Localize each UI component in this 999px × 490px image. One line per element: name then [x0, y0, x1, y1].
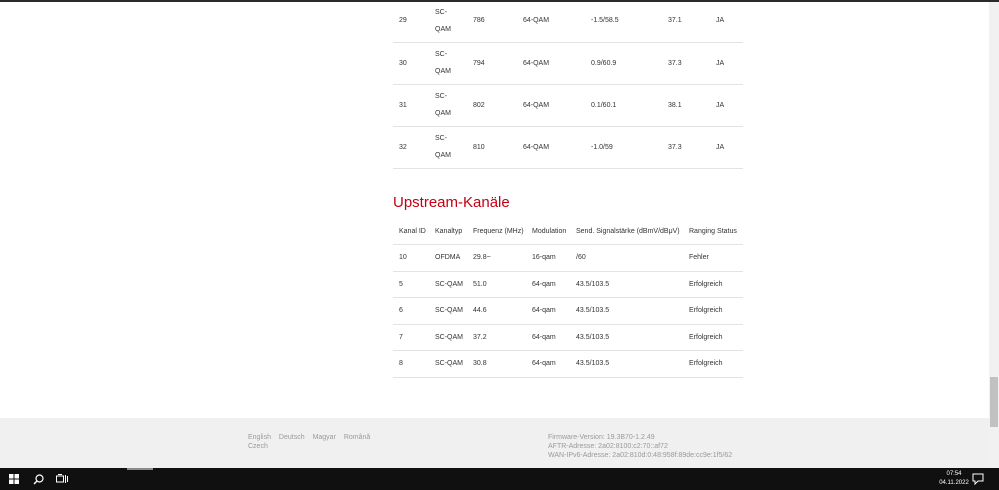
modulation: 64-QAM [523, 59, 550, 67]
power: 0.1/60.1 [591, 101, 617, 109]
power: -1.5/58.5 [591, 17, 619, 25]
table-row: 32 SC- QAM 810 64-QAM -1.0/59 37.3 JA [393, 126, 743, 168]
snr: 37.3 [668, 143, 682, 151]
locked: JA [716, 101, 725, 109]
modulation: 64-qam [532, 360, 556, 368]
channel-type: SC-QAM [435, 51, 451, 75]
channel-id: 30 [399, 59, 407, 67]
page-scrollbar[interactable] [989, 2, 999, 468]
task-view-icon[interactable] [50, 468, 74, 490]
taskbar: 07:54 04.11.2022 [0, 468, 999, 490]
language-link-deutsch[interactable]: Deutsch [279, 434, 305, 441]
col-header-modulation: Modulation [532, 227, 567, 235]
firmware-version: Firmware-Version: 19.3B70-1.2.49 [548, 434, 655, 441]
language-selector: English Deutsch Magyar Română Czech [248, 433, 376, 451]
col-header-power: Send. Signalstärke (dBmV/dBμV) [576, 227, 680, 235]
channel-type: SC-QAM [435, 333, 463, 341]
col-header-channel-id: Kanal ID [399, 227, 426, 235]
modulation: 64-QAM [523, 143, 550, 151]
channel-type: SC-QAM [435, 93, 451, 117]
channel-id: 8 [399, 360, 403, 368]
language-link-romana[interactable]: Română [344, 434, 370, 441]
modulation: 64-QAM [523, 101, 550, 109]
downstream-table: 29 SC- QAM 786 64-QAM -1.5/58.5 37.1 JA 3… [393, 0, 743, 169]
power: 43.5/103.5 [576, 333, 610, 341]
power: 0.9/60.9 [591, 59, 617, 67]
channel-type: SC-QAM [435, 8, 451, 33]
frequency: 37.2 [473, 333, 487, 341]
channel-id: 10 [399, 254, 407, 262]
modulation: 16-qam [532, 254, 556, 262]
table-row: 30 SC- QAM 794 64-QAM 0.9/60.9 37.3 JA [393, 42, 743, 84]
device-info: Firmware-Version: 19.3B70-1.2.49 AFTR-Ad… [548, 433, 732, 460]
channel-type: SC-QAM [435, 307, 463, 315]
ranging-status: Erfolgreich [689, 307, 723, 315]
snr: 37.3 [668, 59, 682, 67]
table-header-row: Kanal ID Kanaltyp Frequenz (MHz) Modulat… [393, 218, 743, 245]
frequency: 786 [473, 17, 485, 25]
windows-start-icon[interactable] [2, 468, 26, 490]
language-link-czech[interactable]: Czech [248, 443, 268, 450]
frequency: 802 [473, 101, 485, 109]
channel-id: 29 [399, 17, 407, 25]
frequency: 51.0 [473, 280, 487, 288]
wan-ipv6-address: WAN-IPv6-Adresse: 2a02:810d:0:48:958f:89… [548, 452, 733, 459]
snr: 37.1 [668, 17, 682, 25]
upstream-table: Kanal ID Kanaltyp Frequenz (MHz) Modulat… [393, 218, 743, 378]
power: -1.0/59 [591, 143, 613, 151]
modulation: 64-qam [532, 307, 556, 315]
modulation: 64-qam [532, 333, 556, 341]
clock-date: 04.11.2022 [939, 480, 969, 486]
upstream-section-title: Upstream-Kanäle [393, 194, 510, 211]
table-row: 31 SC- QAM 802 64-QAM 0.1/60.1 38.1 JA [393, 84, 743, 126]
modulation: 64-QAM [523, 17, 550, 25]
channel-id: 6 [399, 307, 403, 315]
notification-icon[interactable] [972, 472, 988, 486]
channel-type: SC-QAM [435, 360, 463, 368]
frequency: 29.8~ [473, 254, 491, 262]
modulation: 64-qam [532, 280, 556, 288]
ranging-status: Erfolgreich [689, 333, 723, 341]
channel-type: SC-QAM [435, 135, 451, 159]
frequency: 794 [473, 59, 485, 67]
frequency: 810 [473, 143, 485, 151]
col-header-frequency: Frequenz (MHz) [473, 227, 524, 235]
table-row: 29 SC- QAM 786 64-QAM -1.5/58.5 37.1 JA [393, 0, 743, 42]
col-header-ranging-status: Ranging Status [689, 227, 737, 235]
power: 43.5/103.5 [576, 360, 610, 368]
col-header-channel-type: Kanaltyp [435, 227, 463, 235]
locked: JA [716, 17, 725, 25]
ranging-status: Erfolgreich [689, 360, 723, 368]
system-clock[interactable]: 07:54 04.11.2022 [933, 470, 975, 488]
scrollbar-thumb[interactable] [990, 377, 998, 427]
frequency: 44.6 [473, 307, 487, 315]
power: 43.5/103.5 [576, 280, 610, 288]
language-link-english[interactable]: English [248, 434, 271, 441]
table-row: 7 SC-QAM 37.2 64-qam 43.5/103.5 Erfolgre… [393, 324, 743, 351]
aftr-address: AFTR-Adresse: 2a02:8100:c2:70::af72 [548, 443, 668, 450]
ranging-status: Erfolgreich [689, 280, 723, 288]
clock-time: 07:54 [946, 471, 962, 477]
language-link-magyar[interactable]: Magyar [313, 434, 336, 441]
channel-id: 31 [399, 101, 407, 109]
locked: JA [716, 143, 725, 151]
channel-id: 5 [399, 280, 403, 288]
frequency: 30.8 [473, 360, 487, 368]
channel-id: 7 [399, 333, 403, 341]
table-row: 10 OFDMA 29.8~ 16-qam /60 Fehler [393, 245, 743, 271]
power: /60 [576, 254, 586, 262]
table-row: 8 SC-QAM 30.8 64-qam 43.5/103.5 Erfolgre… [393, 351, 743, 377]
snr: 38.1 [668, 101, 682, 109]
channel-type: OFDMA [435, 254, 461, 262]
power: 43.5/103.5 [576, 307, 610, 315]
table-row: 5 SC-QAM 51.0 64-qam 43.5/103.5 Erfolgre… [393, 271, 743, 298]
channel-id: 32 [399, 143, 407, 151]
locked: JA [716, 59, 725, 67]
taskbar-app-indicator [127, 468, 153, 470]
search-icon[interactable] [26, 468, 50, 490]
ranging-status: Fehler [689, 254, 709, 262]
page-footer: English Deutsch Magyar Română Czech Firm… [0, 418, 989, 468]
channel-type: SC-QAM [435, 280, 463, 288]
table-row: 6 SC-QAM 44.6 64-qam 43.5/103.5 Erfolgre… [393, 298, 743, 324]
